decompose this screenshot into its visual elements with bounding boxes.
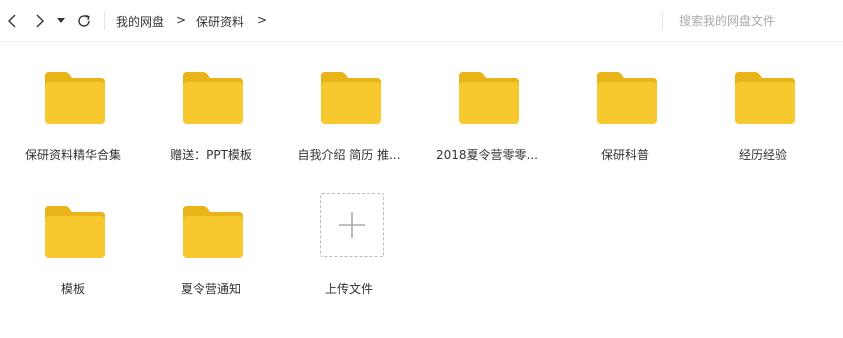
folder-item[interactable]: 保研资料精华合集 [8,42,138,162]
upload-file-button[interactable]: 上传文件 [284,176,414,296]
search-input[interactable] [663,10,838,32]
folder-item[interactable]: 自我介绍 简历 推... [284,42,414,162]
folder-label: 自我介绍 简历 推... [297,148,401,162]
folder-label: 经历经验 [738,148,787,162]
folder-icon [45,72,105,124]
upload-label: 上传文件 [324,282,373,296]
breadcrumb-root[interactable]: 我的网盘 [116,13,164,30]
folder-icon [735,72,795,124]
folder-label: 保研科普 [600,148,649,162]
folder-item[interactable]: 经历经验 [698,42,828,162]
folder-item[interactable]: 保研科普 [560,42,690,162]
forward-icon[interactable] [30,10,50,32]
refresh-icon[interactable] [74,10,94,32]
folder-label: 夏令营通知 [180,282,241,296]
folder-icon [183,206,243,258]
folder-label: 模板 [60,282,85,296]
dropdown-icon[interactable] [54,10,68,32]
folder-icon [183,72,243,124]
folder-item[interactable]: 夏令营通知 [146,176,276,296]
toolbar: 我的网盘 > 保研资料 > [0,0,843,42]
folder-icon [321,72,381,124]
breadcrumb-separator: > [257,13,268,27]
folder-icon [459,72,519,124]
folder-icon [597,72,657,124]
toolbar-divider [104,12,105,30]
file-grid: 保研资料精华合集 赠送：PPT模板 自我介绍 简历 推... 2018夏令营零零...… [0,42,843,338]
folder-item[interactable]: 赠送：PPT模板 [146,42,276,162]
plus-icon [320,193,384,257]
folder-item[interactable]: 2018夏令营零零... [422,42,552,162]
back-icon[interactable] [2,10,22,32]
breadcrumb-separator: > [176,13,187,27]
folder-item[interactable]: 模板 [8,176,138,296]
folder-label: 2018夏令营零零... [436,148,538,162]
folder-label: 赠送：PPT模板 [170,148,252,162]
folder-icon [45,206,105,258]
folder-label: 保研资料精华合集 [24,148,121,162]
breadcrumb-current[interactable]: 保研资料 [196,13,244,30]
